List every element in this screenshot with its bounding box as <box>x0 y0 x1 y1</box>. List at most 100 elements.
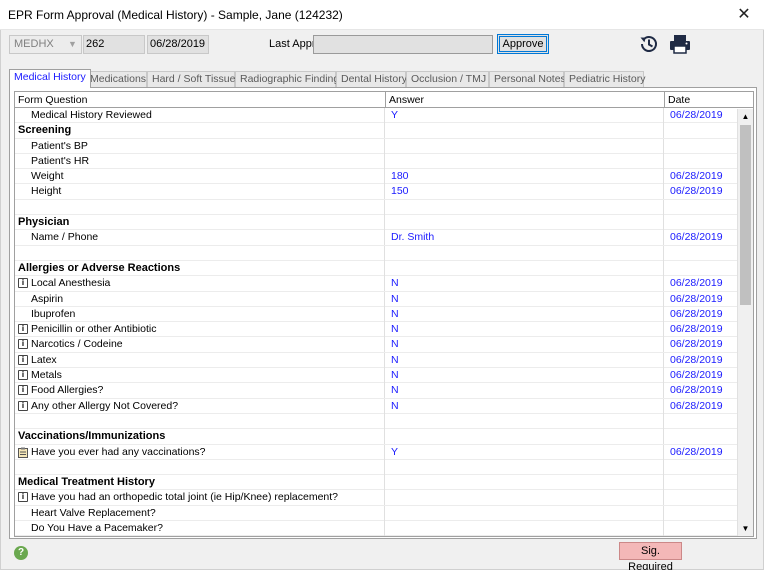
table-row[interactable]: i Any other Allergy Not Covered? N 06/28/20… <box>15 398 737 414</box>
answer-cell[interactable] <box>386 459 664 475</box>
answer-cell[interactable]: N <box>386 368 664 384</box>
answer-cell[interactable] <box>386 153 664 169</box>
table-row[interactable]: i Penicillin or other Antibiotic N 06/28/20… <box>15 322 737 338</box>
date-cell <box>665 123 737 138</box>
tab-occlusion-tmj[interactable]: Occlusion / TMJ <box>406 71 489 87</box>
section-header-row[interactable]: Screening <box>15 123 737 139</box>
clipboard-icon[interactable] <box>18 447 28 458</box>
answer-cell[interactable]: 150 <box>386 184 664 200</box>
help-icon[interactable]: ? <box>14 546 28 560</box>
column-header-answer[interactable]: Answer <box>386 92 665 107</box>
date-cell: 06/28/2019 <box>670 109 723 121</box>
date-cell: 06/28/2019 <box>670 170 723 183</box>
tab-hard-soft-tissue[interactable]: Hard / Soft Tissue <box>147 71 235 87</box>
table-row[interactable]: i Have you had an orthopedic total joint … <box>15 490 737 506</box>
answer-cell[interactable] <box>386 413 664 429</box>
answer-cell[interactable] <box>386 521 664 536</box>
table-row[interactable]: i Food Allergies? N 06/28/2019 <box>15 383 737 399</box>
info-icon[interactable]: i <box>18 400 28 411</box>
table-row[interactable]: Name / Phone Dr. Smith 06/28/2019 <box>15 230 737 246</box>
answer-cell[interactable]: N <box>386 322 664 338</box>
answer-cell[interactable] <box>386 199 664 215</box>
answer-cell[interactable]: N <box>386 398 664 414</box>
question-text: Patient's BP <box>31 139 88 152</box>
table-row[interactable] <box>15 413 737 430</box>
chevron-down-icon[interactable]: ▼ <box>66 38 79 51</box>
approve-button[interactable]: Approve <box>497 34 549 54</box>
table-row[interactable]: Do You Have a Pacemaker? <box>15 521 737 536</box>
scroll-up-icon[interactable]: ▲ <box>738 109 753 124</box>
table-row[interactable]: Have you ever had any vaccinations? Y 06/2… <box>15 444 737 460</box>
answer-cell[interactable] <box>386 138 664 154</box>
section-header-row[interactable]: Medical Treatment History <box>15 475 737 491</box>
section-header-row[interactable]: Physician <box>15 215 737 231</box>
question-text: Heart Valve Replacement? <box>31 506 156 519</box>
answer-cell[interactable]: Y <box>386 108 664 123</box>
answer-cell[interactable]: N <box>386 276 664 292</box>
table-row[interactable]: Height 150 06/28/2019 <box>15 184 737 200</box>
answer-cell[interactable]: N <box>386 352 664 368</box>
vertical-scrollbar[interactable]: ▲ ▼ <box>737 109 753 536</box>
answer-cell[interactable] <box>386 245 664 261</box>
tab-medications[interactable]: Medications <box>85 71 147 87</box>
question-cell: Vaccinations/Immunizations <box>15 429 385 445</box>
tab-medical-history[interactable]: Medical History <box>9 69 91 88</box>
info-icon[interactable]: i <box>18 339 28 350</box>
table-row[interactable]: Ibuprofen N 06/28/2019 <box>15 306 737 323</box>
scroll-thumb[interactable] <box>740 125 751 305</box>
date-cell <box>665 154 737 169</box>
column-header-date[interactable]: Date <box>665 92 737 107</box>
table-row[interactable]: i Narcotics / Codeine N 06/28/2019 <box>15 337 737 353</box>
info-icon[interactable]: i <box>18 385 28 396</box>
table-row[interactable] <box>15 459 737 476</box>
close-icon[interactable]: ✕ <box>732 4 756 26</box>
history-icon[interactable] <box>638 33 660 55</box>
info-icon[interactable]: i <box>18 492 28 503</box>
tab-dental-history[interactable]: Dental History <box>336 71 407 87</box>
scroll-down-icon[interactable]: ▼ <box>738 521 753 536</box>
section-header-row[interactable]: Allergies or Adverse Reactions <box>15 260 737 277</box>
answer-cell[interactable]: N <box>386 383 664 399</box>
answer-cell[interactable] <box>386 490 664 506</box>
answer-cell[interactable]: Dr. Smith <box>386 230 664 246</box>
table-row[interactable] <box>15 245 737 261</box>
info-icon[interactable]: i <box>18 324 28 335</box>
table-row[interactable] <box>15 199 737 216</box>
answer-cell[interactable]: N <box>386 306 664 322</box>
answer-cell[interactable] <box>386 475 664 491</box>
date-cell: 06/28/2019 <box>670 292 723 305</box>
column-header-question[interactable]: Form Question <box>15 92 386 107</box>
info-icon[interactable]: i <box>18 354 28 365</box>
table-row[interactable]: i Metals N 06/28/2019 <box>15 368 737 384</box>
section-header-row[interactable]: Vaccinations/Immunizations <box>15 429 737 445</box>
answer-cell[interactable] <box>386 123 664 139</box>
answer-cell[interactable]: N <box>386 337 664 353</box>
answer-cell[interactable]: N <box>386 291 664 307</box>
tab-personal-notes[interactable]: Personal Notes <box>489 71 566 87</box>
table-row[interactable]: Weight 180 06/28/2019 <box>15 169 737 185</box>
answer-cell[interactable] <box>386 505 664 521</box>
table-row[interactable]: Aspirin N 06/28/2019 <box>15 291 737 307</box>
form-type-select[interactable]: MEDHX ▼ <box>9 35 82 54</box>
table-row[interactable]: Patient's BP <box>15 138 737 154</box>
date-cell: 06/28/2019 <box>670 277 723 290</box>
table-row[interactable]: Medical History Reviewed Y 06/28/2019 <box>15 108 737 124</box>
table-row[interactable]: i Latex N 06/28/2019 <box>15 352 737 369</box>
answer-cell[interactable] <box>386 429 664 445</box>
question-text: Penicillin or other Antibiotic <box>31 323 157 336</box>
table-row[interactable]: Patient's HR <box>15 153 737 170</box>
question-cell: i Have you had an orthopedic total joint … <box>15 490 385 506</box>
question-cell <box>15 199 385 215</box>
tab-pediatric-history[interactable]: Pediatric History <box>564 71 645 87</box>
table-row[interactable]: Heart Valve Replacement? <box>15 505 737 522</box>
answer-cell[interactable] <box>386 215 664 231</box>
answer-cell[interactable]: 180 <box>386 169 664 185</box>
answer-cell[interactable]: Y <box>386 444 664 460</box>
answer-cell[interactable] <box>386 260 664 276</box>
printer-icon[interactable] <box>669 33 691 55</box>
info-icon[interactable]: i <box>18 278 28 289</box>
tab-radiographic-finding[interactable]: Radiographic Finding <box>235 71 339 87</box>
info-icon[interactable]: i <box>18 370 28 381</box>
table-row[interactable]: i Local Anesthesia N 06/28/2019 <box>15 276 737 292</box>
date-cell <box>665 200 737 215</box>
